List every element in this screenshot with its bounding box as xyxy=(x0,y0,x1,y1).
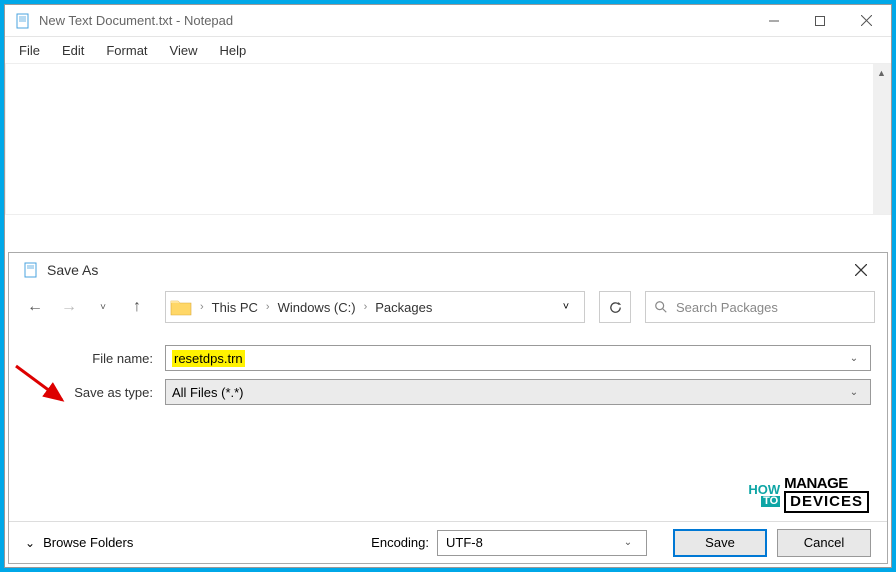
chevron-down-icon[interactable]: ⌄ xyxy=(844,353,864,364)
notepad-titlebar: New Text Document.txt - Notepad xyxy=(5,5,891,37)
nav-row: ← → ˅ ↑ › This PC › Windows (C:) › Packa… xyxy=(9,287,887,327)
path-segment[interactable]: This PC xyxy=(212,300,258,315)
window-controls xyxy=(751,5,889,36)
file-name-input[interactable]: resetdps.trn ⌄ xyxy=(165,345,871,371)
chevron-down-icon: ⌄ xyxy=(25,536,35,550)
nav-forward-button[interactable]: → xyxy=(55,293,83,321)
save-button[interactable]: Save xyxy=(673,529,767,557)
notepad-menubar: File Edit Format View Help xyxy=(5,37,891,63)
dialog-footer: ⌄ Browse Folders Encoding: UTF-8 ⌄ Save … xyxy=(9,521,887,563)
path-separator-icon: › xyxy=(196,301,208,313)
annotation-arrow-icon xyxy=(12,362,72,407)
notepad-title: New Text Document.txt - Notepad xyxy=(39,13,751,28)
save-as-dialog: Save As ← → ˅ ↑ › This PC › Windows (C:)… xyxy=(8,252,888,564)
address-bar[interactable]: › This PC › Windows (C:) › Packages ˅ xyxy=(165,291,585,323)
path-segment[interactable]: Packages xyxy=(375,300,432,315)
search-placeholder: Search Packages xyxy=(676,300,778,315)
cancel-button[interactable]: Cancel xyxy=(777,529,871,557)
menu-file[interactable]: File xyxy=(9,39,50,62)
path-separator-icon: › xyxy=(360,301,372,313)
save-as-title: Save As xyxy=(47,262,841,278)
nav-up-button[interactable]: ↑ xyxy=(123,293,151,321)
dialog-close-button[interactable] xyxy=(841,253,881,287)
address-history-button[interactable]: ˅ xyxy=(552,293,580,321)
scroll-up-icon[interactable]: ▲ xyxy=(873,64,890,81)
save-as-type-value: All Files (*.*) xyxy=(172,385,244,400)
menu-help[interactable]: Help xyxy=(209,39,256,62)
browse-folders-toggle[interactable]: ⌄ Browse Folders xyxy=(25,535,133,550)
path-separator-icon: › xyxy=(262,301,274,313)
save-as-titlebar: Save As xyxy=(9,253,887,287)
save-as-app-icon xyxy=(23,262,39,278)
close-button[interactable] xyxy=(843,5,889,36)
refresh-button[interactable] xyxy=(599,291,631,323)
nav-recent-dropdown[interactable]: ˅ xyxy=(89,293,117,321)
chevron-down-icon[interactable]: ⌄ xyxy=(844,387,864,398)
chevron-down-icon: ⌄ xyxy=(618,537,638,548)
file-name-value: resetdps.trn xyxy=(172,350,245,367)
notepad-app-icon xyxy=(15,13,31,29)
path-segment[interactable]: Windows (C:) xyxy=(278,300,356,315)
menu-format[interactable]: Format xyxy=(96,39,157,62)
notepad-editor[interactable]: ▲ xyxy=(5,63,891,215)
minimize-button[interactable] xyxy=(751,5,797,36)
save-as-type-select[interactable]: All Files (*.*) ⌄ xyxy=(165,379,871,405)
folder-icon xyxy=(170,298,192,316)
menu-edit[interactable]: Edit xyxy=(52,39,94,62)
maximize-button[interactable] xyxy=(797,5,843,36)
nav-back-button[interactable]: ← xyxy=(21,293,49,321)
vertical-scrollbar[interactable]: ▲ xyxy=(873,64,890,214)
encoding-select[interactable]: UTF-8 ⌄ xyxy=(437,530,647,556)
search-icon xyxy=(654,300,668,314)
encoding-label: Encoding: xyxy=(371,535,429,550)
menu-view[interactable]: View xyxy=(160,39,208,62)
form-area: File name: resetdps.trn ⌄ Save as type: … xyxy=(9,327,887,421)
watermark-logo: HOW TO MANAGE DEVICES xyxy=(748,476,869,513)
search-input[interactable]: Search Packages xyxy=(645,291,875,323)
